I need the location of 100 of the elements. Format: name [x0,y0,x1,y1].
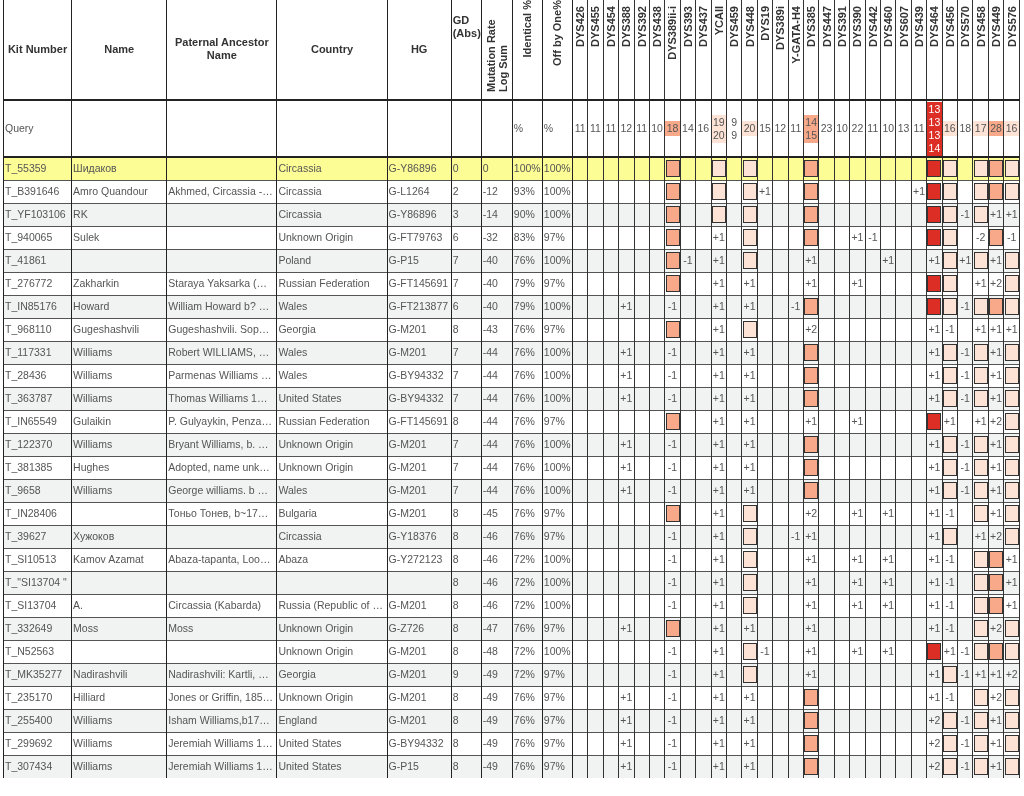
marker-difference: -1 [788,525,804,548]
haplogroup: G-Z726 [387,617,452,640]
genetic-distance: 7 [451,433,482,456]
mutation-log-sum: 0 [481,157,513,180]
marker-difference: +1 [741,617,758,640]
marker-difference: -1 [957,709,973,732]
country: Poland [276,249,388,272]
marker-difference: +1 [618,755,634,778]
marker-difference: +1 [803,663,819,686]
column-header: Paternal Ancestor Name [173,35,270,63]
marker-difference: +1 [849,571,866,594]
column-header: DYS442 [866,6,879,47]
column-header: Name [104,43,135,57]
genetic-distance: 3 [451,203,482,226]
off-by-one-percent: 97% [542,709,573,732]
marker-difference: -1 [957,203,973,226]
member-name: Nadirashvili [71,663,167,686]
haplogroup: G-P15 [387,249,452,272]
marker-difference: -1 [788,295,804,318]
marker-difference: +1 [711,479,727,502]
off-by-one-percent: 100% [542,571,573,594]
genetic-distance: 7 [451,249,482,272]
marker-difference: -1 [957,295,973,318]
column-header: DYS437 [697,6,710,47]
marker-difference: +1 [618,709,634,732]
query-value: 10 [835,121,849,136]
column-header: DYS439 [913,6,926,47]
marker-difference: +1 [988,433,1004,456]
column-header: DYS448 [743,6,756,47]
ancestor-name: Jeremiah Williams 1… [166,755,277,778]
member-name: RK [71,203,167,226]
mutation-log-sum: -44 [481,387,513,410]
off-by-one-percent: 100% [542,295,573,318]
column-header: Off by One% [551,0,564,66]
marker-difference: -1 [664,755,681,778]
haplogroup: G-Y86896 [387,203,452,226]
identical-percent: 72% [512,571,543,594]
off-by-one-percent: 100% [542,249,573,272]
column-header: Y-GATA-H4 [789,6,802,64]
off-by-one-percent: 100% [542,433,573,456]
identical-percent: 72% [512,663,543,686]
kit-number: T_IN85176 [3,295,72,318]
marker-difference: -1 [664,341,681,364]
marker-difference: +1 [926,663,943,686]
column-header: DYS459 [728,6,741,47]
marker-difference: -1 [957,433,973,456]
column-header: DYS438 [651,6,664,47]
column-header: YCAII [712,6,725,36]
column-header: DYS447 [820,6,833,47]
kit-number: T_41861 [3,249,72,272]
column-header: DYS460 [882,6,895,47]
kit-number: T_"SI13704 " [3,571,72,594]
marker-difference: -1 [664,433,681,456]
marker-difference: +1 [741,755,758,778]
marker-difference: +1 [803,571,819,594]
identical-percent: 76% [512,387,543,410]
marker-difference: +1 [880,571,896,594]
marker-difference: +1 [803,249,819,272]
marker-difference: +1 [711,249,727,272]
query-value: 13 13 13 14 [927,101,942,156]
column-header: GD (Abs) [452,14,481,41]
marker-difference: +1 [741,709,758,732]
marker-difference: +2 [926,755,943,778]
haplogroup: G-Y86896 [387,157,452,180]
haplogroup: G-Y18376 [387,525,452,548]
query-value: 11 [589,121,602,136]
marker-difference: +1 [1003,571,1020,594]
country: Georgia [276,663,388,686]
query-value: 11 [604,121,618,136]
marker-difference: -1 [664,479,681,502]
marker-difference: -1 [957,341,973,364]
marker-difference: -1 [664,387,681,410]
marker-difference: +1 [711,755,727,778]
kit-number: T_YF103106 [3,203,72,226]
kit-number: T_117331 [3,341,72,364]
column-header: Country [310,43,354,57]
column-header: DYS464 [928,6,941,47]
mutation-log-sum: -46 [481,525,513,548]
haplogroup: G-M201 [387,433,452,456]
column-header: Identical % [521,0,534,58]
ancestor-name: Moss [166,617,277,640]
member-name: Moss [71,617,167,640]
query-value: 18 [958,121,973,136]
mutation-log-sum: -44 [481,433,513,456]
column-header: DYS449 [990,6,1003,47]
query-value: 23 [819,121,834,136]
query-value: 17 [973,121,988,136]
marker-difference: +1 [711,617,727,640]
haplogroup: G-P15 [387,755,452,778]
marker-difference: +1 [926,571,943,594]
genetic-distance: 8 [451,571,482,594]
off-by-one-percent: 100% [542,387,573,410]
query-value: 12 [619,121,634,136]
marker-difference: +1 [618,341,634,364]
kit-number: T_55359 [3,157,72,180]
ancestor-name: Isham Williams,b17… [166,709,277,732]
off-by-one-percent: 97% [542,755,573,778]
identical-percent: 76% [512,433,543,456]
marker-difference: -1 [664,709,681,732]
mutation-log-sum: -49 [481,709,513,732]
